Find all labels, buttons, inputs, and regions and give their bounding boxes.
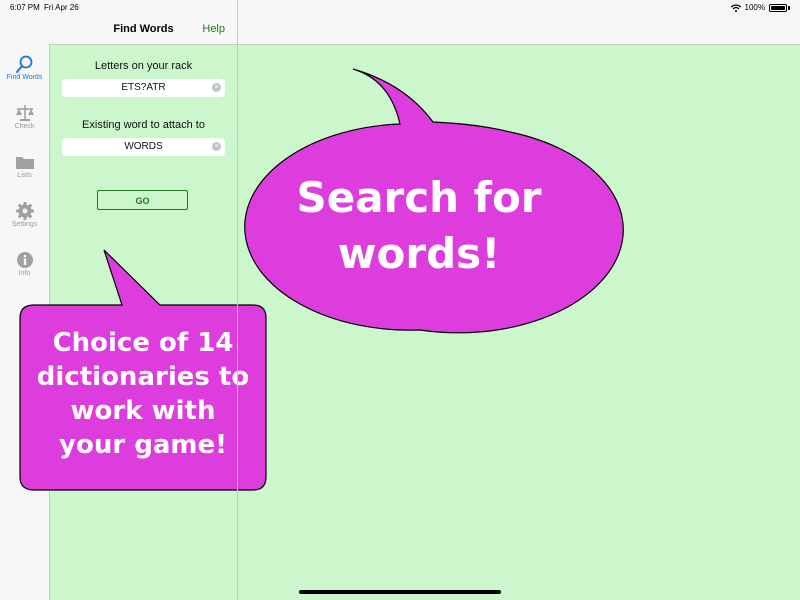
small-callout-line: work with bbox=[70, 396, 216, 426]
small-callout-line: Choice of 14 bbox=[52, 328, 234, 358]
callout-layer bbox=[19, 68, 624, 491]
small-callout-line: your game! bbox=[59, 430, 227, 460]
big-callout-line: Search for bbox=[296, 173, 542, 222]
home-indicator[interactable] bbox=[299, 590, 501, 594]
big-callout-text: Search for words! bbox=[268, 170, 570, 282]
small-callout-text: Choice of 14 dictionaries to work with y… bbox=[24, 326, 262, 462]
small-callout-line: dictionaries to bbox=[36, 362, 250, 392]
split-divider bbox=[237, 0, 238, 600]
big-callout-line: words! bbox=[337, 229, 501, 278]
